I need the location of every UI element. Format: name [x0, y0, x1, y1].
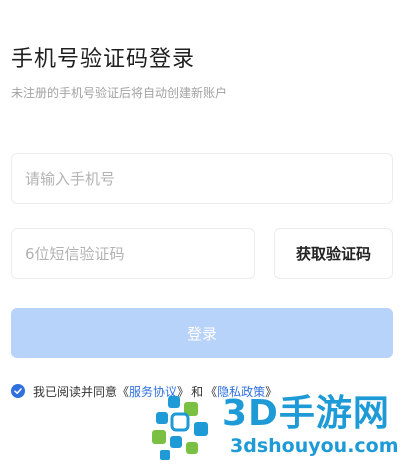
check-icon — [14, 388, 22, 394]
code-field[interactable] — [11, 228, 255, 279]
watermark: 3D手游网 3dshouyou.com — [150, 392, 407, 464]
sms-code-input[interactable] — [25, 244, 254, 263]
agreement-prefix: 我已阅读并同意 — [33, 384, 118, 399]
page-subtitle: 未注册的手机号验证后将自动创建新账户 — [11, 86, 228, 100]
login-button[interactable]: 登录 — [11, 308, 393, 358]
watermark-brand: 3D手游网 — [222, 393, 390, 434]
phone-field[interactable] — [11, 153, 393, 204]
page-title: 手机号验证码登录 — [11, 47, 196, 72]
get-code-button[interactable]: 获取验证码 — [274, 228, 393, 279]
watermark-url: 3dshouyou.com — [230, 435, 399, 457]
phone-input[interactable] — [25, 169, 392, 188]
watermark-logo-icon — [152, 396, 208, 460]
quote-open: 《 — [117, 384, 130, 399]
agreement-checkbox[interactable] — [11, 384, 25, 398]
